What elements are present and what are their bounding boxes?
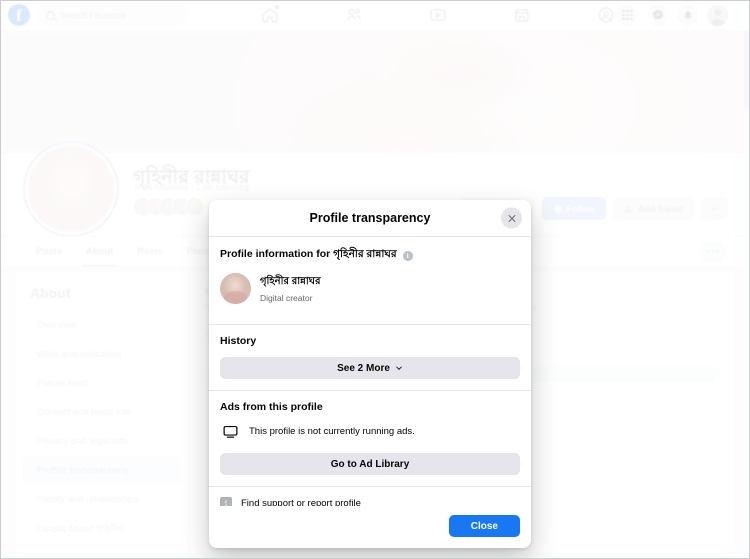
- history-heading: History: [220, 335, 257, 347]
- dialog-profile-info: গৃহিনীর রান্নাঘর Digital creator: [260, 274, 320, 303]
- history-section: History See 2 More: [209, 324, 531, 379]
- dialog-profile-subtitle: Digital creator: [260, 293, 313, 303]
- close-button[interactable]: Close: [448, 515, 520, 537]
- app-root: f Search Facebook গৃহিনীর রান্নাঘর 9.9K …: [0, 0, 750, 559]
- go-to-ad-library-button[interactable]: Go to Ad Library: [220, 453, 520, 475]
- profile-transparency-dialog: Profile transparency Profile information…: [209, 200, 531, 548]
- close-icon[interactable]: [501, 207, 522, 229]
- ads-heading: Ads from this profile: [220, 401, 323, 413]
- go-to-ad-library-label: Go to Ad Library: [330, 458, 410, 470]
- profile-information-heading: Profile information for গৃহিনীর রান্নাঘর…: [220, 247, 520, 264]
- dialog-header: Profile transparency: [209, 200, 531, 237]
- dialog-title: Profile transparency: [309, 211, 431, 225]
- report-icon: !: [220, 497, 232, 506]
- profile-information-section: Profile information for গৃহিনীর রান্নাঘর…: [209, 237, 531, 315]
- dialog-body: Profile information for গৃহিনীর রান্নাঘর…: [209, 237, 531, 506]
- see-more-label: See 2 More: [337, 362, 390, 374]
- info-icon[interactable]: i: [402, 250, 413, 261]
- ads-status-row: This profile is not currently running ad…: [220, 413, 520, 440]
- screen-icon: [222, 423, 239, 440]
- profile-information-heading-text: Profile information for গৃহিনীর রান্নাঘর: [220, 248, 397, 260]
- ads-status-text: This profile is not currently running ad…: [249, 426, 415, 437]
- dialog-profile-name: গৃহিনীর রান্নাঘর: [260, 276, 321, 287]
- chevron-down-icon: [396, 366, 402, 370]
- ads-section: Ads from this profile This profile is no…: [209, 390, 531, 475]
- support-section[interactable]: ! Find support or report profile: [209, 486, 531, 506]
- avatar: [220, 273, 251, 304]
- dialog-footer: Close: [209, 506, 531, 548]
- dialog-profile-row[interactable]: গৃহিনীর রান্নাঘর Digital creator: [220, 264, 520, 315]
- see-more-button[interactable]: See 2 More: [220, 357, 520, 379]
- support-label: Find support or report profile: [241, 497, 361, 507]
